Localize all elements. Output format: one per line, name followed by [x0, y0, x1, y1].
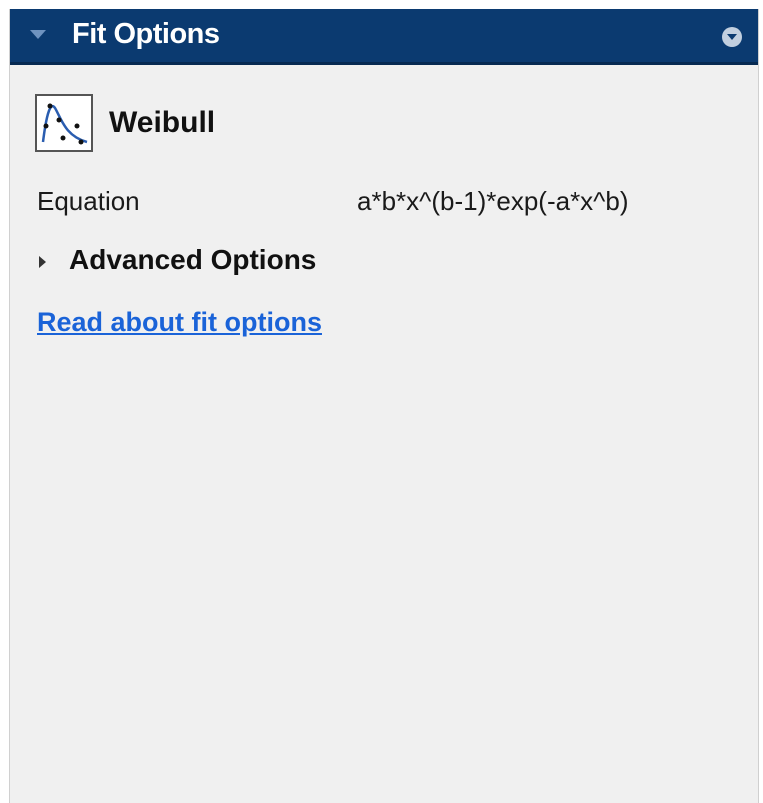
advanced-options-label[interactable]: Advanced Options: [69, 244, 316, 276]
weibull-curve-icon: [35, 94, 93, 152]
equation-label: Equation: [37, 186, 140, 216]
equation-value: a*b*x^(b-1)*exp(-a*x^b): [357, 186, 629, 216]
panel-title-bar: Fit Options: [10, 9, 758, 65]
chevron-down-icon[interactable]: [30, 30, 46, 39]
panel-options-icon[interactable]: [722, 27, 742, 47]
chevron-right-icon[interactable]: [39, 256, 46, 268]
panel-title: Fit Options: [72, 18, 220, 50]
fit-type-name: Weibull: [109, 106, 216, 139]
read-about-fit-options-link[interactable]: Read about fit options: [37, 307, 322, 338]
fit-options-panel: Fit Options Weibull Equation a*b*x^(b-1)…: [9, 9, 759, 803]
